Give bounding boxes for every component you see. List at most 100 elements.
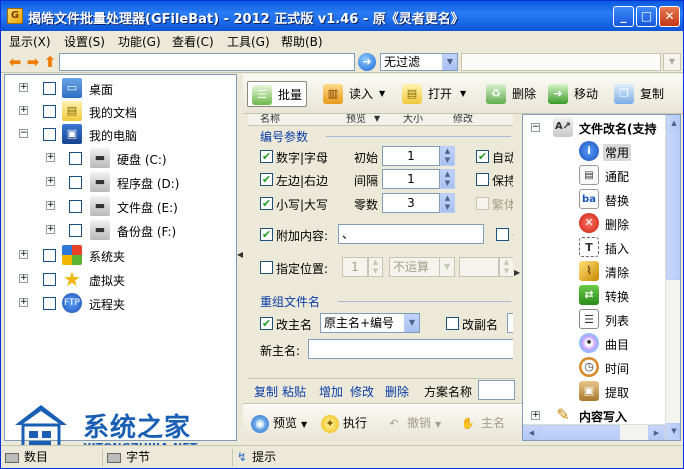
keep-checkbox[interactable]	[476, 173, 489, 186]
tree-item-drive-e[interactable]: + ▬ 文件盘 (E:)	[5, 195, 235, 217]
append-input[interactable]: 、	[338, 224, 484, 244]
expand-icon[interactable]: +	[46, 153, 55, 162]
interval-input[interactable]: 1	[382, 169, 440, 189]
right-splitter[interactable]: ▶	[513, 114, 521, 403]
up-arrow-icon[interactable]: ⬆	[42, 54, 58, 70]
chevron-down-icon[interactable]: ▼	[379, 81, 385, 107]
main-name-checkbox[interactable]: ✔	[260, 317, 273, 330]
zeros-input[interactable]: 3	[382, 193, 440, 213]
position-extra-stepper[interactable]: ▲ ▼	[499, 257, 514, 277]
execute-button[interactable]: ✦ 执行	[321, 413, 367, 433]
chevron-down-icon[interactable]: ▼	[439, 258, 454, 276]
scroll-thumb[interactable]	[540, 425, 620, 440]
tree-item-system-folder[interactable]: + 系统夹	[5, 244, 235, 266]
filter-pattern-input[interactable]	[461, 53, 661, 71]
maximize-button[interactable]: □	[636, 6, 657, 27]
collapse-icon[interactable]: −	[19, 129, 28, 138]
function-item-convert[interactable]: ⇄ 转换	[575, 283, 661, 307]
filter-select[interactable]: 无过滤 ▼	[380, 53, 458, 71]
function-item-track[interactable]: • 曲目	[575, 331, 661, 355]
collapse-icon[interactable]: −	[531, 123, 540, 132]
tree-checkbox[interactable]	[43, 297, 56, 310]
left-right-checkbox[interactable]: ✔	[260, 173, 273, 186]
move-button[interactable]: ➜ 移动	[548, 81, 610, 107]
tree-item-remote-folder[interactable]: + FTP 远程夹	[5, 292, 235, 314]
back-arrow-icon[interactable]: ⬅	[7, 54, 23, 70]
tree-checkbox[interactable]	[69, 176, 82, 189]
path-input[interactable]	[59, 53, 355, 71]
tree-checkbox[interactable]	[69, 200, 82, 213]
append-side-checkbox[interactable]	[496, 228, 509, 241]
read-button[interactable]: ▥ 读入 ▼	[323, 81, 395, 107]
position-stepper[interactable]: ▲ ▼	[368, 257, 383, 277]
traditional-checkbox[interactable]	[476, 197, 489, 210]
main-name-button[interactable]: ✋ 主名	[459, 413, 505, 433]
function-tree[interactable]: − A↗ 文件改名(支持 i 常用 ▤ 通配 ba 替换 ✕ 删除 T 插入 ⌇…	[522, 114, 681, 441]
column-name[interactable]: 名称	[260, 114, 280, 125]
scheme-modify-link[interactable]: 修改	[350, 383, 374, 400]
collapse-right-icon[interactable]: ▶	[514, 268, 520, 277]
expand-icon[interactable]: +	[19, 106, 28, 115]
column-modified[interactable]: 修改	[453, 114, 473, 125]
digits-letters-checkbox[interactable]: ✔	[260, 150, 273, 163]
preview-button[interactable]: ◉ 预览 ▼	[251, 413, 307, 433]
tree-checkbox[interactable]	[69, 152, 82, 165]
tree-item-my-documents[interactable]: + ▤ 我的文档	[5, 100, 235, 122]
undo-button[interactable]: ↶ 撤销 ▼	[385, 413, 441, 433]
function-item-wildcard[interactable]: ▤ 通配	[575, 163, 661, 187]
expand-icon[interactable]: +	[46, 225, 55, 234]
vertical-scrollbar[interactable]: ▲ ▼	[665, 115, 680, 440]
expand-icon[interactable]: +	[531, 411, 540, 420]
scroll-left-icon[interactable]: ◀	[523, 425, 540, 440]
function-item-common[interactable]: i 常用	[575, 139, 661, 163]
chevron-down-icon[interactable]: ▼	[435, 420, 441, 429]
position-extra-input[interactable]	[459, 257, 499, 277]
tree-item-drive-d[interactable]: + ▬ 程序盘 (D:)	[5, 171, 235, 193]
open-button[interactable]: ▤ 打开 ▼	[402, 81, 474, 107]
chevron-down-icon[interactable]: ▼	[460, 81, 466, 107]
scroll-thumb[interactable]	[666, 132, 680, 280]
tree-item-drive-c[interactable]: + ▬ 硬盘 (C:)	[5, 147, 235, 169]
go-icon[interactable]: ➜	[358, 53, 376, 71]
scheme-delete-link[interactable]: 删除	[385, 383, 409, 400]
menu-settings[interactable]: 设置(S)	[64, 33, 105, 50]
chevron-down-icon[interactable]: ▼	[404, 314, 419, 332]
expand-icon[interactable]: +	[19, 274, 28, 283]
title-bar[interactable]: G 揭皓文件批量处理器(GFileBat) - 2012 正式版 v1.46 -…	[1, 1, 683, 31]
scroll-right-icon[interactable]: ▶	[648, 425, 665, 440]
menu-functions[interactable]: 功能(G)	[118, 33, 161, 50]
tree-checkbox[interactable]	[43, 249, 56, 262]
function-item-extract[interactable]: ▣ 提取	[575, 379, 661, 403]
function-item-clear[interactable]: ⌇ 清除	[575, 259, 661, 283]
append-checkbox[interactable]: ✔	[260, 228, 273, 241]
chevron-down-icon[interactable]: ▼	[374, 114, 380, 124]
menu-help[interactable]: 帮助(B)	[281, 33, 323, 50]
scroll-up-icon[interactable]: ▲	[666, 115, 680, 132]
expand-icon[interactable]: +	[19, 298, 28, 307]
expand-icon[interactable]: +	[46, 177, 55, 186]
column-preview[interactable]: 预览	[346, 114, 366, 125]
menu-view[interactable]: 查看(C)	[172, 33, 214, 50]
tree-item-virtual-folder[interactable]: + ★ 虚拟夹	[5, 268, 235, 290]
lower-upper-checkbox[interactable]: ✔	[260, 197, 273, 210]
chevron-down-icon[interactable]: ▼	[301, 420, 307, 429]
chevron-down-icon[interactable]: ▼	[442, 54, 457, 70]
auto-checkbox[interactable]: ✔	[476, 150, 489, 163]
interval-stepper[interactable]: ▲ ▼	[440, 169, 455, 189]
ext-name-checkbox[interactable]	[446, 317, 459, 330]
start-input[interactable]: 1	[382, 146, 440, 166]
expand-icon[interactable]: +	[46, 201, 55, 210]
close-button[interactable]: ✕	[659, 6, 680, 27]
scheme-copy-link[interactable]: 复制	[254, 383, 278, 400]
tree-checkbox[interactable]	[43, 82, 56, 95]
delete-button[interactable]: ♻ 删除	[486, 81, 542, 107]
tree-checkbox[interactable]	[43, 128, 56, 141]
minimize-button[interactable]: _	[613, 6, 634, 27]
tree-item-drive-f[interactable]: + ▬ 备份盘 (F:)	[5, 219, 235, 241]
function-item-insert[interactable]: T 插入	[575, 235, 661, 259]
forward-arrow-icon[interactable]: ➡	[25, 54, 41, 70]
tree-checkbox[interactable]	[43, 105, 56, 118]
scheme-add-link[interactable]: 增加	[319, 383, 343, 400]
tree-checkbox[interactable]	[69, 224, 82, 237]
expand-icon[interactable]: +	[19, 250, 28, 259]
